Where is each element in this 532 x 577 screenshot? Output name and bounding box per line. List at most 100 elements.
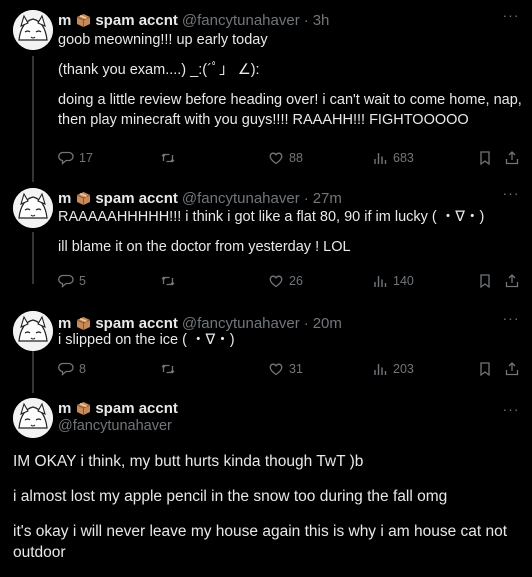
like-count: 26 <box>289 274 303 288</box>
display-name[interactable]: m <box>58 190 71 207</box>
like-count: 31 <box>289 362 303 376</box>
thread-post[interactable]: m spam accnt @fancytunahaver · 27m ··· R… <box>0 186 532 291</box>
post-text: IM OKAY i think, my butt hurts kinda tho… <box>13 451 523 563</box>
post-text-line: outdoor <box>13 544 66 561</box>
views-button[interactable]: 203 <box>372 359 414 379</box>
views-icon <box>374 153 387 164</box>
thread-post[interactable]: m spam accnt @fancytunahaver · 20m ··· i… <box>0 311 532 383</box>
time-separator: · <box>303 189 309 207</box>
post-text-line <box>13 507 523 521</box>
post-text-line: goob meowning!!! up early today <box>58 32 268 48</box>
avatar-image <box>13 188 53 228</box>
post-header: m spam accnt @fancytunahaver · 27m <box>58 188 342 208</box>
more-options-icon[interactable]: ··· <box>501 402 521 420</box>
more-options-icon[interactable]: ··· <box>501 186 521 204</box>
bookmark-icon <box>480 362 490 377</box>
share-icon <box>505 362 519 376</box>
views-button[interactable]: 140 <box>372 271 414 291</box>
views-icon <box>374 276 387 287</box>
reply-icon <box>58 151 74 165</box>
avatar[interactable] <box>13 188 53 228</box>
avatar[interactable] <box>13 398 53 438</box>
package-emoji-icon <box>76 13 91 28</box>
post-actions: 17 88 683 <box>56 148 526 168</box>
reply-button[interactable]: 17 <box>58 148 93 168</box>
post-text-line: RAAAAAHHHHH!!! i think i got like a flat… <box>58 209 485 225</box>
avatar[interactable] <box>13 311 53 351</box>
share-button[interactable] <box>504 271 525 291</box>
share-button[interactable] <box>504 359 525 379</box>
repost-button[interactable] <box>160 359 181 379</box>
post-text-line <box>58 227 523 237</box>
post-text: RAAAAAHHHHH!!! i think i got like a flat… <box>58 207 523 257</box>
post-text-line: (thank you exam....) _:(´ﾟ」 ∠): <box>58 62 260 78</box>
heart-icon <box>269 275 283 288</box>
repost-icon <box>161 364 175 374</box>
share-button[interactable] <box>504 148 525 168</box>
post-text-line <box>13 472 523 486</box>
post-actions: 5 26 140 <box>56 271 526 291</box>
post-header: m spam accnt @fancytunahaver · 3h <box>58 10 329 30</box>
like-button[interactable]: 26 <box>268 271 303 291</box>
post-text-line: i almost lost my apple pencil in the sno… <box>13 488 448 505</box>
reply-icon <box>58 362 74 376</box>
views-icon <box>374 364 387 375</box>
username-handle[interactable]: @fancytunahaver <box>182 315 300 332</box>
reply-button[interactable]: 5 <box>58 271 86 291</box>
package-emoji-icon <box>76 316 91 331</box>
post-text-line <box>58 50 523 60</box>
display-name[interactable]: m <box>58 400 71 417</box>
username-handle[interactable]: @fancytunahaver <box>58 418 178 434</box>
post-text-line: doing a little review before heading ove… <box>58 92 522 108</box>
display-name-suffix[interactable]: spam accnt <box>95 400 178 417</box>
bookmark-button[interactable] <box>477 148 498 168</box>
post-header: m spam accnt @fancytunahaver <box>58 398 178 435</box>
post-text: goob meowning!!! up early today (thank y… <box>58 30 523 130</box>
post-text-line: ill blame it on the doctor from yesterda… <box>58 239 351 255</box>
avatar[interactable] <box>13 10 53 50</box>
reply-count: 5 <box>79 274 86 288</box>
like-button[interactable]: 88 <box>268 148 303 168</box>
display-name-suffix[interactable]: spam accnt <box>95 190 178 207</box>
username-handle[interactable]: @fancytunahaver <box>182 12 300 29</box>
repost-button[interactable] <box>160 271 181 291</box>
post-actions: 8 31 203 <box>56 359 526 379</box>
more-options-icon[interactable]: ··· <box>501 311 521 329</box>
thread-post[interactable]: m spam accnt @fancytunahaver · 3h ··· go… <box>0 8 532 170</box>
display-name[interactable]: m <box>58 315 71 332</box>
repost-button[interactable] <box>160 148 181 168</box>
reply-button[interactable]: 8 <box>58 359 86 379</box>
bookmark-icon <box>480 274 490 289</box>
post-text-line: it's okay i will never leave my house ag… <box>13 523 508 540</box>
username-handle[interactable]: @fancytunahaver <box>182 190 300 207</box>
post-text: i slipped on the ice ( ・∇・) <box>58 330 523 350</box>
avatar-image <box>13 10 53 50</box>
post-timestamp[interactable]: 3h <box>313 12 330 29</box>
post-text-line: IM OKAY i think, my butt hurts kinda tho… <box>13 453 364 470</box>
post-text-line <box>58 80 523 90</box>
post-timestamp[interactable]: 20m <box>313 315 342 332</box>
like-count: 88 <box>289 151 303 165</box>
avatar-image <box>13 398 53 438</box>
package-emoji-icon <box>76 401 91 416</box>
display-name-line[interactable]: m spam accnt <box>58 398 178 418</box>
more-options-icon[interactable]: ··· <box>501 8 521 26</box>
view-count: 203 <box>393 362 414 376</box>
post-text-line: i slipped on the ice ( ・∇・) <box>58 332 235 348</box>
views-button[interactable]: 683 <box>372 148 414 168</box>
bookmark-button[interactable] <box>477 271 498 291</box>
reply-count: 8 <box>79 362 86 376</box>
avatar-image <box>13 311 53 351</box>
display-name-suffix[interactable]: spam accnt <box>95 12 178 29</box>
view-count: 683 <box>393 151 414 165</box>
display-name-suffix[interactable]: spam accnt <box>95 315 178 332</box>
repost-icon <box>161 153 175 163</box>
package-emoji-icon <box>76 191 91 206</box>
view-count: 140 <box>393 274 414 288</box>
post-timestamp[interactable]: 27m <box>313 190 342 207</box>
reply-count: 17 <box>79 151 93 165</box>
heart-icon <box>269 363 283 376</box>
like-button[interactable]: 31 <box>268 359 303 379</box>
bookmark-button[interactable] <box>477 359 498 379</box>
display-name[interactable]: m <box>58 12 71 29</box>
